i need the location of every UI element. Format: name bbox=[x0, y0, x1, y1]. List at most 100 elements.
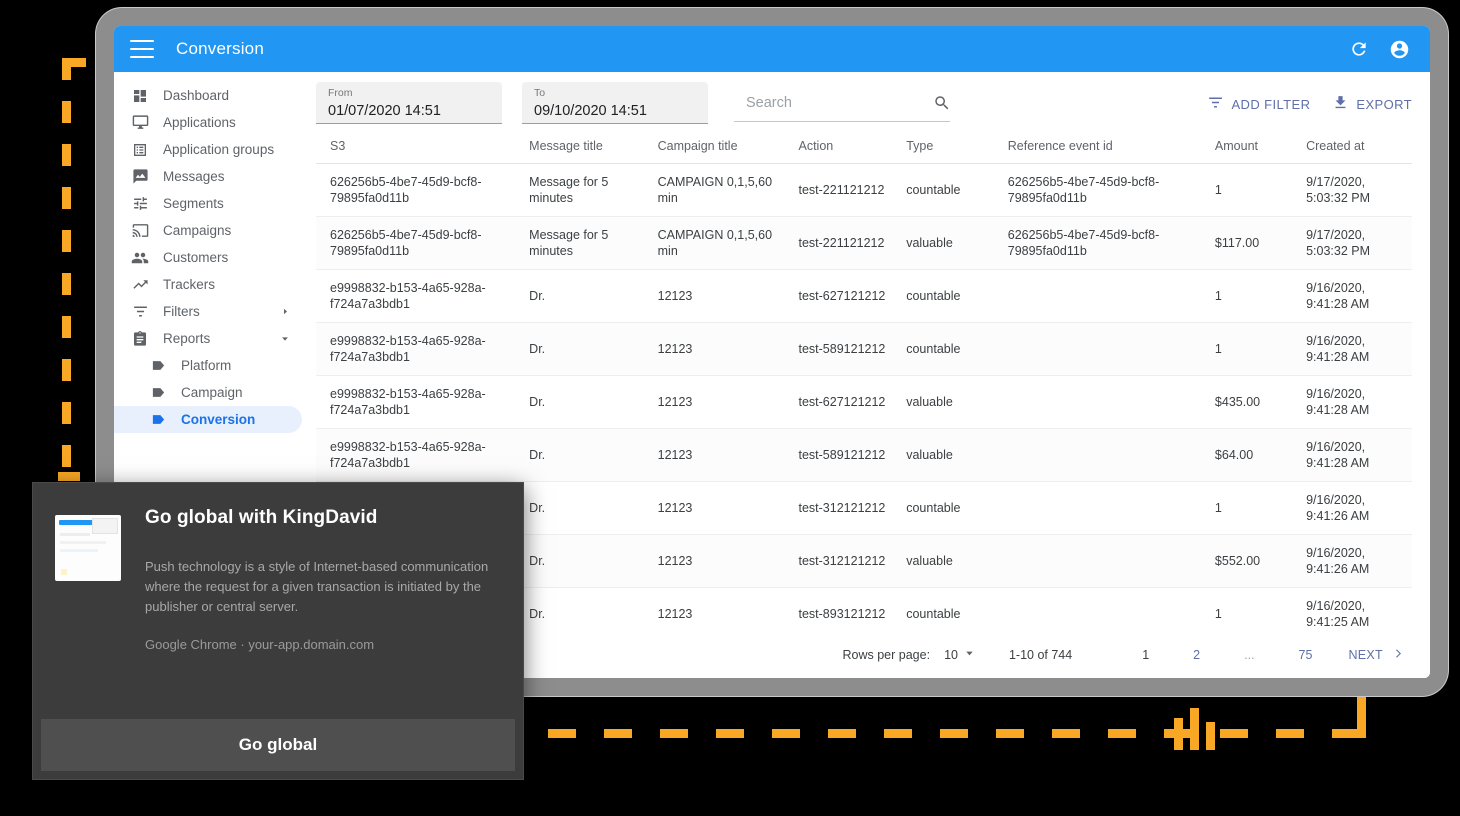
date-to-field[interactable]: To 09/10/2020 14:51 bbox=[522, 82, 708, 124]
filter-list-icon bbox=[130, 302, 150, 322]
cell-amount: 1 bbox=[1209, 270, 1300, 323]
cell-type: countable bbox=[900, 323, 1002, 376]
table-row[interactable]: e9998832-b153-4a65-928a-f724a7a3bdb1Dr.1… bbox=[316, 323, 1412, 376]
sidebar-item-application-groups[interactable]: Application groups bbox=[114, 136, 302, 163]
sidebar-item-label: Filters bbox=[163, 304, 200, 319]
column-header-created[interactable]: Created at bbox=[1300, 130, 1412, 164]
people-icon bbox=[130, 248, 150, 268]
add-filter-button[interactable]: ADD FILTER bbox=[1207, 94, 1310, 114]
cell-amount: $435.00 bbox=[1209, 376, 1300, 429]
sidebar-item-reports[interactable]: Reports bbox=[114, 325, 302, 352]
cell-message-title: Dr. bbox=[523, 323, 651, 376]
cell-message-title: Message for 5 minutes bbox=[523, 164, 651, 217]
column-header-campaign[interactable]: Campaign title bbox=[652, 130, 793, 164]
search-icon[interactable] bbox=[933, 94, 951, 112]
notification-action-button[interactable]: Go global bbox=[41, 719, 515, 771]
column-header-s3[interactable]: S3 bbox=[316, 130, 523, 164]
cell-campaign-title: 12123 bbox=[652, 429, 793, 482]
cell-amount: $117.00 bbox=[1209, 217, 1300, 270]
cell-amount: 1 bbox=[1209, 323, 1300, 376]
cell-action: test-221121212 bbox=[793, 164, 901, 217]
column-header-action[interactable]: Action bbox=[793, 130, 901, 164]
sidebar-item-label: Customers bbox=[163, 250, 228, 265]
cell-created-at: 9/16/2020, 9:41:28 AM bbox=[1300, 429, 1412, 482]
push-notification-card[interactable]: Go global with KingDavid Push technology… bbox=[32, 482, 524, 780]
page-button-75[interactable]: 75 bbox=[1293, 648, 1319, 662]
rows-per-page-value: 10 bbox=[944, 648, 958, 662]
account-circle-icon[interactable] bbox=[1384, 34, 1414, 64]
sidebar-item-campaign[interactable]: Campaign bbox=[114, 379, 302, 406]
table-row[interactable]: e9998832-b153-4a65-928a-f724a7a3bdb1Dr.1… bbox=[316, 376, 1412, 429]
page-button-1[interactable]: 1 bbox=[1136, 648, 1155, 662]
search-input[interactable] bbox=[746, 95, 933, 111]
sidebar-item-filters[interactable]: Filters bbox=[114, 298, 302, 325]
sidebar-item-conversion[interactable]: Conversion bbox=[114, 406, 302, 433]
page-title: Conversion bbox=[176, 39, 264, 59]
chevron-right-icon bbox=[280, 307, 290, 317]
tag-icon bbox=[148, 410, 168, 430]
sidebar-item-applications[interactable]: Applications bbox=[114, 109, 302, 136]
add-filter-label: ADD FILTER bbox=[1231, 97, 1310, 112]
cell-action: test-221121212 bbox=[793, 217, 901, 270]
chevron-down-icon bbox=[964, 648, 975, 662]
export-button[interactable]: EXPORT bbox=[1332, 94, 1412, 114]
hamburger-menu-icon[interactable] bbox=[130, 40, 154, 58]
table-row[interactable]: e9998832-b153-4a65-928a-f724a7a3bdb1Dr.1… bbox=[316, 270, 1412, 323]
sidebar-item-messages[interactable]: Messages bbox=[114, 163, 302, 190]
cell-action: test-893121212 bbox=[793, 588, 901, 633]
cell-created-at: 9/16/2020, 9:41:26 AM bbox=[1300, 482, 1412, 535]
sidebar-item-dashboard[interactable]: Dashboard bbox=[114, 82, 302, 109]
decorative-guide-corner-bottom-left bbox=[58, 472, 80, 481]
sidebar-item-customers[interactable]: Customers bbox=[114, 244, 302, 271]
date-from-field[interactable]: From 01/07/2020 14:51 bbox=[316, 82, 502, 124]
date-to-label: To bbox=[534, 87, 696, 100]
refresh-icon[interactable] bbox=[1344, 34, 1374, 64]
column-header-message[interactable]: Message title bbox=[523, 130, 651, 164]
next-page-button[interactable]: NEXT bbox=[1348, 647, 1404, 663]
sidebar-item-label: Platform bbox=[181, 358, 231, 373]
cell-amount: 1 bbox=[1209, 482, 1300, 535]
cell-message-title: Dr. bbox=[523, 482, 651, 535]
decorative-tick-2 bbox=[1190, 708, 1199, 750]
sidebar-item-label: Messages bbox=[163, 169, 225, 184]
pagination-range: 1-10 of 744 bbox=[1009, 648, 1072, 662]
cell-action: test-627121212 bbox=[793, 376, 901, 429]
notification-source: Google Chrome · your-app.domain.com bbox=[145, 637, 501, 652]
cell-s3: e9998832-b153-4a65-928a-f724a7a3bdb1 bbox=[316, 429, 523, 482]
cell-reference-event-id: 626256b5-4be7-45d9-bcf8-79895fa0d11b bbox=[1002, 217, 1209, 270]
dashboard-icon bbox=[130, 86, 150, 106]
notification-text: Go global with KingDavid Push technology… bbox=[145, 507, 501, 719]
sidebar-item-platform[interactable]: Platform bbox=[114, 352, 302, 379]
cell-type: valuable bbox=[900, 429, 1002, 482]
sidebar-item-label: Conversion bbox=[181, 412, 255, 427]
cell-s3: 626256b5-4be7-45d9-bcf8-79895fa0d11b bbox=[316, 217, 523, 270]
sidebar-item-trackers[interactable]: Trackers bbox=[114, 271, 302, 298]
next-page-label: NEXT bbox=[1348, 648, 1383, 662]
search-box[interactable] bbox=[734, 84, 950, 122]
sidebar-item-segments[interactable]: Segments bbox=[114, 190, 302, 217]
table-row[interactable]: 626256b5-4be7-45d9-bcf8-79895fa0d11bMess… bbox=[316, 217, 1412, 270]
cell-amount: $552.00 bbox=[1209, 535, 1300, 588]
cell-message-title: Dr. bbox=[523, 270, 651, 323]
rows-per-page-select[interactable]: 10 bbox=[944, 648, 975, 662]
column-header-reference[interactable]: Reference event id bbox=[1002, 130, 1209, 164]
sidebar-item-label: Reports bbox=[163, 331, 210, 346]
trending-up-icon bbox=[130, 275, 150, 295]
filters-toolbar: From 01/07/2020 14:51 To 09/10/2020 14:5… bbox=[310, 72, 1430, 130]
decorative-tick-3 bbox=[1206, 722, 1215, 750]
cell-created-at: 9/16/2020, 9:41:26 AM bbox=[1300, 535, 1412, 588]
cell-campaign-title: 12123 bbox=[652, 588, 793, 633]
page-button-2[interactable]: 2 bbox=[1187, 648, 1206, 662]
date-from-label: From bbox=[328, 87, 490, 100]
column-header-type[interactable]: Type bbox=[900, 130, 1002, 164]
cell-campaign-title: 12123 bbox=[652, 376, 793, 429]
sidebar-item-label: Segments bbox=[163, 196, 224, 211]
table-header-row: S3 Message title Campaign title Action T… bbox=[316, 130, 1412, 164]
tag-icon bbox=[148, 356, 168, 376]
sidebar-item-campaigns[interactable]: Campaigns bbox=[114, 217, 302, 244]
table-row[interactable]: 626256b5-4be7-45d9-bcf8-79895fa0d11bMess… bbox=[316, 164, 1412, 217]
notification-title: Go global with KingDavid bbox=[145, 507, 501, 529]
table-row[interactable]: e9998832-b153-4a65-928a-f724a7a3bdb1Dr.1… bbox=[316, 429, 1412, 482]
column-header-amount[interactable]: Amount bbox=[1209, 130, 1300, 164]
cell-created-at: 9/17/2020, 5:03:32 PM bbox=[1300, 164, 1412, 217]
